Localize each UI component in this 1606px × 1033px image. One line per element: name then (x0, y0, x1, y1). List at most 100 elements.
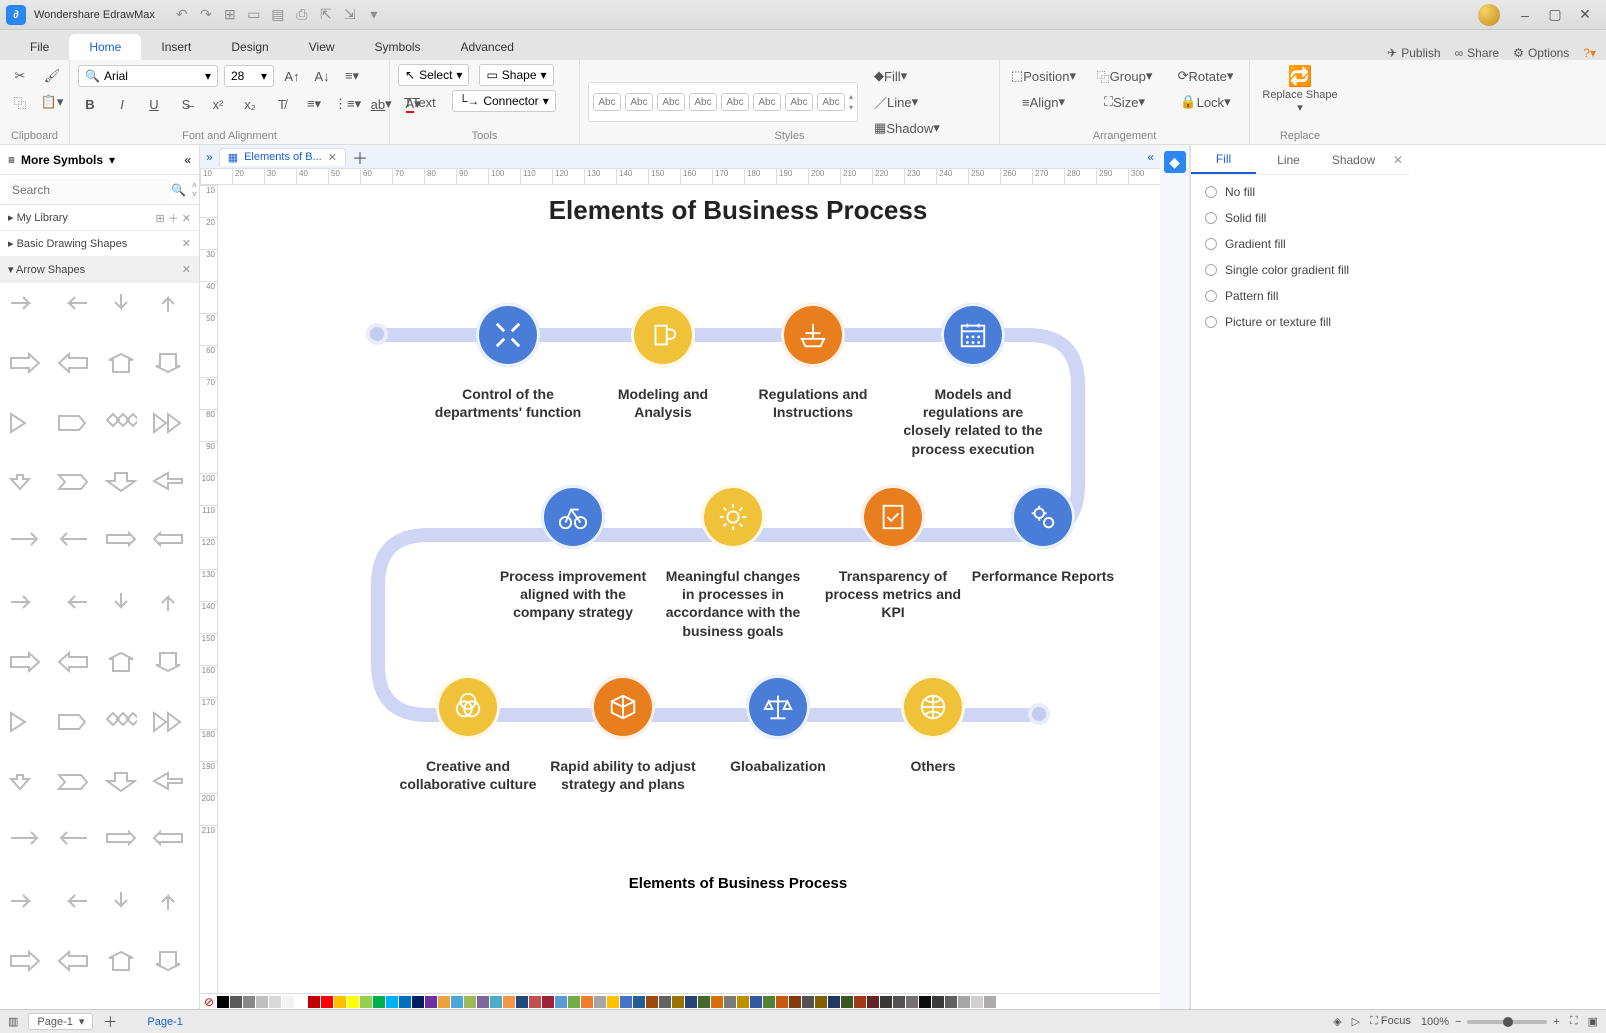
clear-format-icon[interactable]: T̸ (270, 92, 294, 116)
arrow-shape[interactable] (54, 708, 92, 736)
connector-tool[interactable]: └→ Connector ▾ (452, 90, 556, 112)
color-swatch[interactable] (646, 996, 658, 1008)
rp-tab-fill[interactable]: Fill (1191, 146, 1256, 174)
arrow-shape[interactable] (102, 409, 140, 437)
color-swatch[interactable] (854, 996, 866, 1008)
cat-my-library[interactable]: ▸ My Library⊞ ＋ ✕ (0, 205, 199, 231)
fill-option[interactable]: Pattern fill (1205, 289, 1396, 303)
fullscreen-icon[interactable]: ▣ (1588, 1015, 1598, 1028)
color-swatch[interactable] (711, 996, 723, 1008)
share-button[interactable]: ∞ Share (1455, 46, 1500, 60)
arrow-shape[interactable] (6, 947, 44, 975)
tab-advanced[interactable]: Advanced (441, 34, 534, 60)
color-swatch[interactable] (555, 996, 567, 1008)
color-swatch[interactable] (451, 996, 463, 1008)
tab-insert[interactable]: Insert (141, 34, 211, 60)
fill-option[interactable]: No fill (1205, 185, 1396, 199)
color-swatch[interactable] (256, 996, 268, 1008)
process-node[interactable]: Gloabalization (703, 675, 853, 775)
lock-dropdown[interactable]: 🔒 Lock▾ (1170, 90, 1241, 114)
arrow-shape[interactable] (54, 588, 92, 616)
color-swatch[interactable] (919, 996, 931, 1008)
arrow-shape[interactable] (149, 768, 187, 796)
bullets-icon[interactable]: ⋮≡▾ (334, 92, 361, 116)
subscript-icon[interactable]: x₂ (238, 92, 262, 116)
arrow-shape[interactable] (102, 588, 140, 616)
publish-button[interactable]: ✈ Publish (1387, 46, 1440, 60)
cat-arrow-shapes[interactable]: ▾ Arrow Shapes✕ (0, 257, 199, 283)
line-dropdown[interactable]: ／ Line ▾ (870, 90, 944, 114)
color-swatch[interactable] (568, 996, 580, 1008)
add-page-icon[interactable]: ＋ (103, 1012, 117, 1032)
arrow-shape[interactable] (102, 827, 140, 855)
arrow-shape[interactable] (6, 827, 44, 855)
rp-tab-line[interactable]: Line (1256, 147, 1321, 173)
color-swatch[interactable] (867, 996, 879, 1008)
color-swatch[interactable] (516, 996, 528, 1008)
style-preset[interactable]: Abc (657, 93, 685, 111)
color-swatch[interactable] (815, 996, 827, 1008)
fill-option[interactable]: Solid fill (1205, 211, 1396, 225)
style-preset[interactable]: Abc (785, 93, 813, 111)
group-dropdown[interactable]: ⿻ Group▾ (1089, 64, 1160, 88)
rotate-dropdown[interactable]: ⟳ Rotate▾ (1170, 64, 1241, 88)
color-swatch[interactable] (542, 996, 554, 1008)
hamburger-icon[interactable]: ≡ (8, 153, 15, 167)
paste-icon[interactable]: 📋▾ (40, 90, 64, 114)
fill-tool-icon[interactable]: ◆ (1164, 151, 1186, 173)
collapse-panel-icon[interactable]: « (184, 153, 191, 167)
arrow-shape[interactable] (6, 768, 44, 796)
rp-close-icon[interactable]: ✕ (1386, 153, 1410, 167)
color-swatch[interactable] (282, 996, 294, 1008)
expand-right-panel-icon[interactable]: « (1147, 150, 1154, 164)
color-swatch[interactable] (698, 996, 710, 1008)
process-node[interactable]: Control of the departments' function (433, 303, 583, 421)
process-node[interactable]: Regulations and Instructions (738, 303, 888, 421)
page-link[interactable]: Page-1 (147, 1016, 182, 1028)
style-preset[interactable]: Abc (721, 93, 749, 111)
position-dropdown[interactable]: ⬚ Position▾ (1008, 64, 1079, 88)
style-preset[interactable]: Abc (753, 93, 781, 111)
arrow-shape[interactable] (54, 468, 92, 496)
size-dropdown[interactable]: ⛶ Size▾ (1089, 90, 1160, 114)
arrow-shape[interactable] (149, 708, 187, 736)
color-swatch[interactable] (841, 996, 853, 1008)
arrow-shape[interactable] (149, 289, 187, 317)
zoom-slider[interactable] (1467, 1020, 1547, 1024)
arrow-shape[interactable] (149, 588, 187, 616)
color-swatch[interactable] (425, 996, 437, 1008)
align-menu-icon[interactable]: ≡▾ (340, 64, 364, 88)
redo-icon[interactable]: ↷ (199, 8, 213, 22)
color-swatch[interactable] (230, 996, 242, 1008)
fit-page-icon[interactable]: ⛶ (1570, 1015, 1578, 1028)
arrow-shape[interactable] (149, 468, 187, 496)
arrow-shape[interactable] (102, 468, 140, 496)
fill-option[interactable]: Picture or texture fill (1205, 315, 1396, 329)
minimize-button[interactable]: – (1510, 0, 1540, 30)
process-node[interactable]: Process improvement aligned with the com… (498, 485, 648, 622)
grow-font-icon[interactable]: A↑ (280, 64, 304, 88)
fill-option[interactable]: Single color gradient fill (1205, 263, 1396, 277)
color-swatch[interactable] (789, 996, 801, 1008)
process-node[interactable]: Creative and collaborative culture (393, 675, 543, 793)
style-preset[interactable]: Abc (689, 93, 717, 111)
color-swatch[interactable] (477, 996, 489, 1008)
color-swatch[interactable] (529, 996, 541, 1008)
color-swatch[interactable] (399, 996, 411, 1008)
underline-icon[interactable]: U (142, 92, 166, 116)
export-icon[interactable]: ⇱ (319, 8, 333, 22)
arrow-shape[interactable] (102, 289, 140, 317)
layers-icon[interactable]: ◈ (1333, 1015, 1341, 1028)
color-swatch[interactable] (490, 996, 502, 1008)
shape-tool[interactable]: ▭ Shape ▾ (479, 64, 553, 86)
tab-symbols[interactable]: Symbols (355, 34, 441, 60)
arrow-shape[interactable] (54, 409, 92, 437)
color-swatch[interactable] (360, 996, 372, 1008)
color-swatch[interactable] (958, 996, 970, 1008)
arrow-shape[interactable] (54, 827, 92, 855)
color-swatch[interactable] (217, 996, 229, 1008)
focus-button[interactable]: ⛶ Focus (1370, 1015, 1411, 1028)
process-node[interactable]: Models and regulations are closely relat… (898, 303, 1048, 458)
user-avatar[interactable] (1478, 4, 1500, 26)
color-swatch[interactable] (724, 996, 736, 1008)
